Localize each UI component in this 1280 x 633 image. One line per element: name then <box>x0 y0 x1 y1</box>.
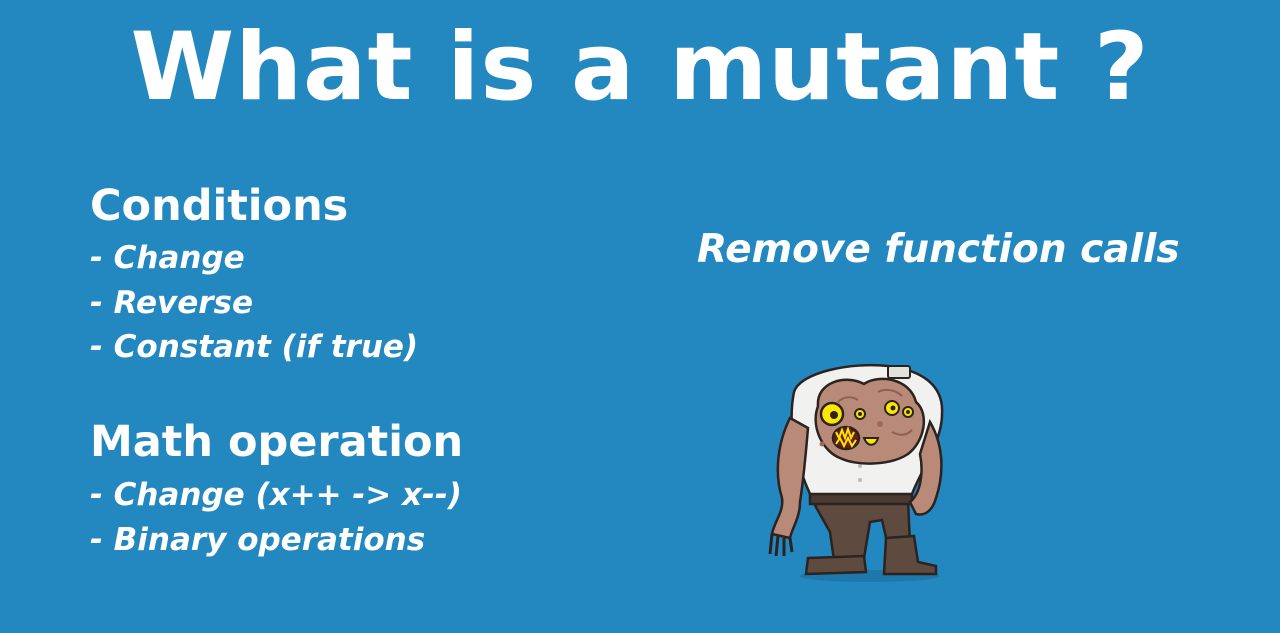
slide: What is a mutant ? Conditions - Change -… <box>0 0 1280 633</box>
list-item: - Binary operations <box>90 521 426 558</box>
slide-title: What is a mutant ? <box>130 13 1150 122</box>
list-item: - Change (x++ -> x--) <box>90 477 462 513</box>
mutant-illustration-icon <box>768 363 944 582</box>
math-operation-list: - Change (x++ -> x--) - Binary operation… <box>90 473 462 562</box>
conditions-heading: Conditions <box>90 181 349 231</box>
list-item: - Change <box>90 240 245 276</box>
conditions-list: - Change - Reverse - Constant (if true) <box>90 236 418 370</box>
remove-function-calls-text: Remove function calls <box>697 227 1180 272</box>
list-item: - Reverse <box>90 284 254 321</box>
list-item: - Constant (if true) <box>90 329 419 365</box>
math-operation-heading: Math operation <box>90 417 464 467</box>
